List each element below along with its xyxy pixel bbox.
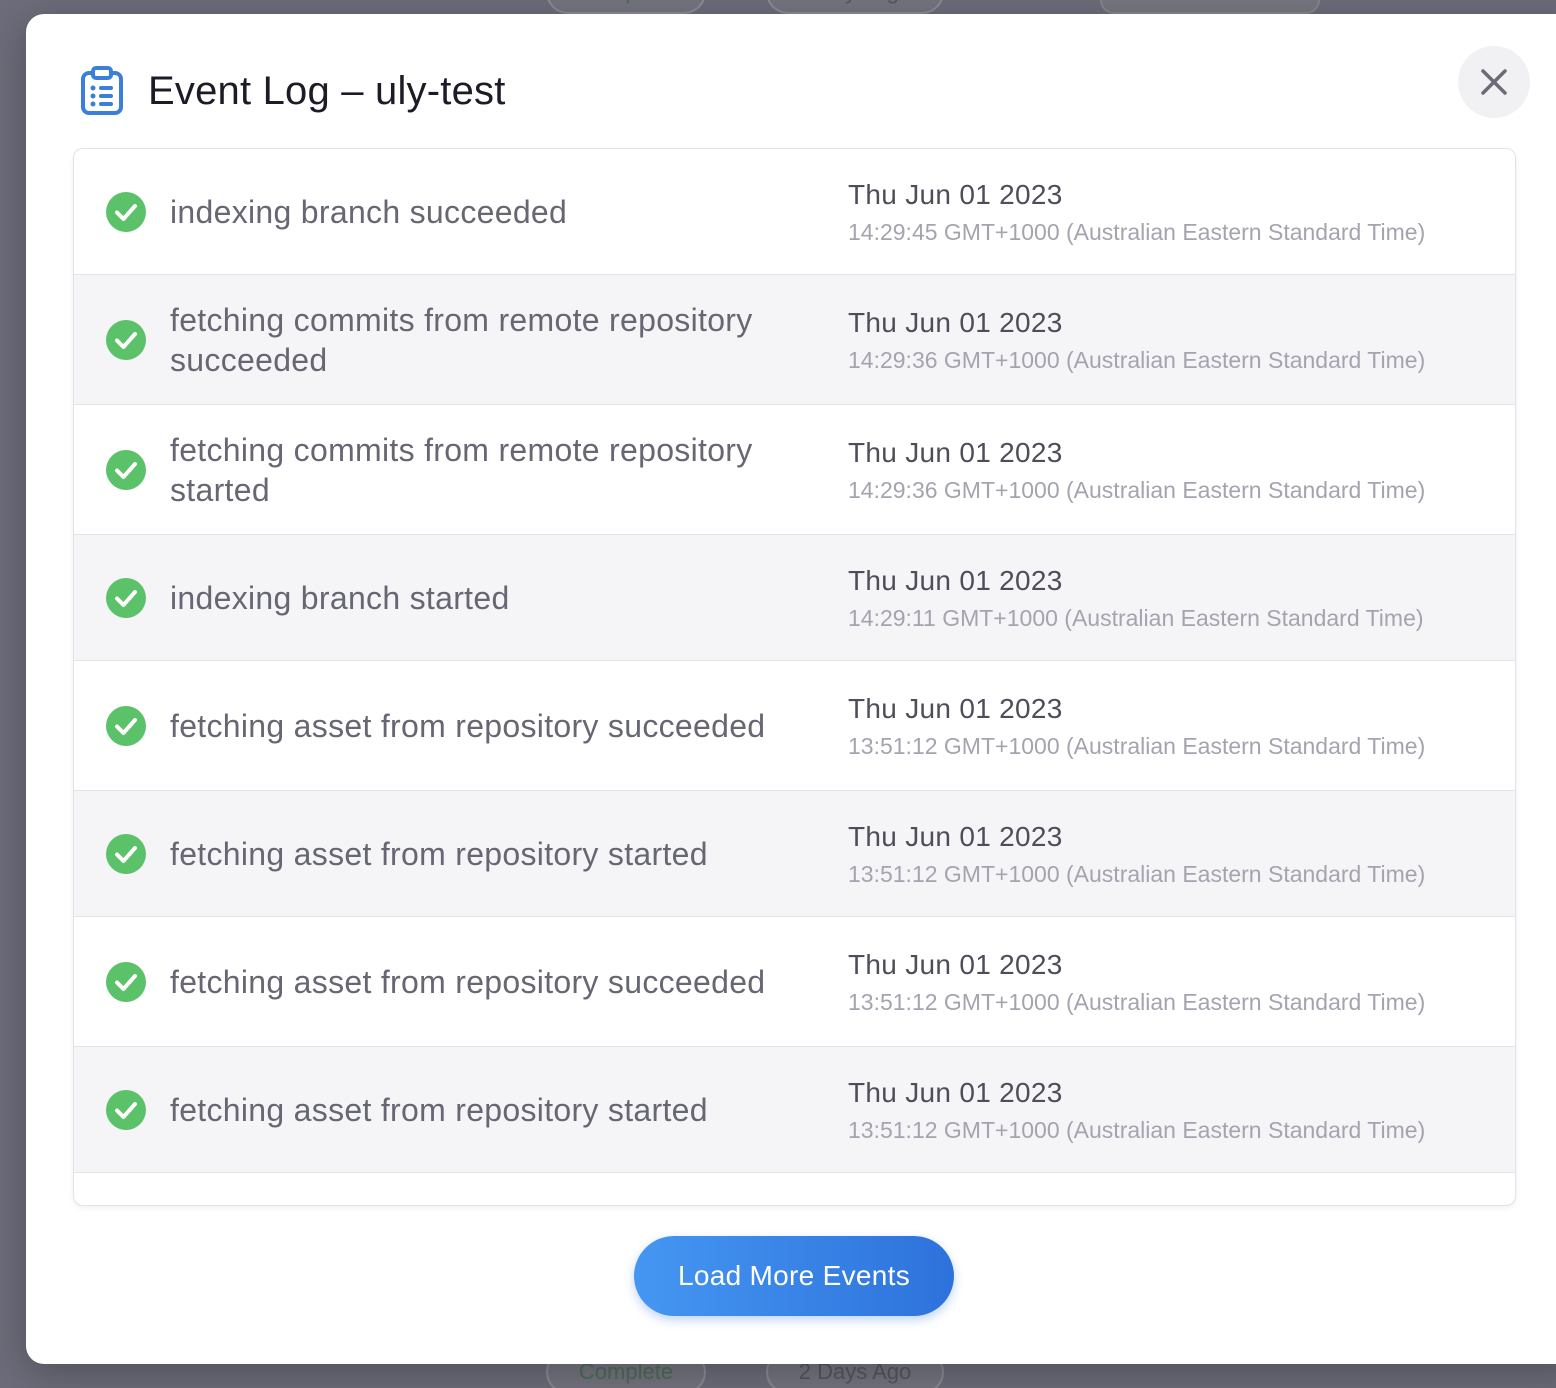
event-time: 14:29:45 GMT+1000 (Australian Eastern St… — [848, 218, 1426, 245]
event-row: indexing branch succeeded Thu Jun 01 2023… — [74, 149, 1515, 275]
event-time: 13:51:12 GMT+1000 (Australian Eastern St… — [848, 1116, 1426, 1143]
event-row: fetching asset from repository started Th… — [74, 1047, 1515, 1173]
success-check-icon — [106, 1089, 146, 1130]
event-row: indexing branch started Thu Jun 01 2023 14… — [74, 535, 1515, 661]
event-date: Thu Jun 01 2023 — [848, 306, 1063, 338]
event-time: 14:29:36 GMT+1000 (Australian Eastern St… — [848, 346, 1426, 373]
success-check-icon — [106, 833, 146, 874]
event-message: fetching commits from remote repository … — [170, 431, 753, 508]
background-age-pill: 2 Days Ago — [766, 0, 944, 14]
background-button — [1100, 0, 1320, 14]
event-timestamp: Thu Jun 01 2023 13:51:12 GMT+1000 (Austra… — [848, 1075, 1508, 1145]
close-icon — [1481, 69, 1507, 95]
success-check-icon — [106, 449, 146, 490]
event-message: indexing branch started — [170, 579, 510, 616]
background-status-pill: Complete — [546, 0, 706, 14]
event-date: Thu Jun 01 2023 — [848, 436, 1063, 468]
event-message: fetching asset from repository succeeded — [170, 963, 766, 1000]
event-date: Thu Jun 01 2023 — [848, 564, 1063, 596]
event-message: fetching commits from remote repository … — [170, 301, 753, 378]
event-message: fetching asset from repository started — [170, 1091, 708, 1128]
success-check-icon — [106, 577, 146, 618]
event-date: Thu Jun 01 2023 — [848, 692, 1063, 724]
event-row: fetching asset from repository started Th… — [74, 791, 1515, 917]
event-time: 14:29:11 GMT+1000 (Australian Eastern St… — [848, 604, 1424, 631]
event-date: Thu Jun 01 2023 — [848, 178, 1063, 210]
event-time: 13:51:12 GMT+1000 (Australian Eastern St… — [848, 988, 1426, 1015]
event-timestamp: Thu Jun 01 2023 14:29:36 GMT+1000 (Austra… — [848, 435, 1508, 505]
event-timestamp: Thu Jun 01 2023 14:29:11 GMT+1000 (Austra… — [848, 563, 1508, 633]
event-row: fetching commits from remote repository … — [74, 275, 1515, 405]
load-more-events-button[interactable]: Load More Events — [634, 1236, 954, 1316]
event-row: fetching asset from repository succeeded… — [74, 661, 1515, 791]
event-message: indexing branch succeeded — [170, 193, 568, 230]
event-timestamp: Thu Jun 01 2023 13:51:12 GMT+1000 (Austra… — [848, 819, 1508, 889]
event-date: Thu Jun 01 2023 — [848, 820, 1063, 852]
modal-header: Event Log – uly-test — [80, 66, 506, 116]
success-check-icon — [106, 961, 146, 1002]
event-time: 13:51:12 GMT+1000 (Australian Eastern St… — [848, 860, 1426, 887]
event-timestamp: Thu Jun 01 2023 14:29:45 GMT+1000 (Austra… — [848, 177, 1508, 247]
success-check-icon — [106, 191, 146, 232]
event-row: fetching asset from repository succeeded… — [74, 917, 1515, 1047]
modal-title: Event Log – uly-test — [148, 68, 506, 113]
event-log-modal: Event Log – uly-test indexing branch suc… — [26, 14, 1556, 1364]
event-date: Thu Jun 01 2023 — [848, 948, 1063, 980]
event-message: fetching asset from repository succeeded — [170, 707, 766, 744]
event-timestamp: Thu Jun 01 2023 13:51:12 GMT+1000 (Austra… — [848, 691, 1508, 761]
event-timestamp: Thu Jun 01 2023 14:29:36 GMT+1000 (Austra… — [848, 305, 1508, 375]
event-time: 13:51:12 GMT+1000 (Australian Eastern St… — [848, 732, 1426, 759]
event-time: 14:29:36 GMT+1000 (Australian Eastern St… — [848, 476, 1426, 503]
success-check-icon — [106, 705, 146, 746]
success-check-icon — [106, 319, 146, 360]
close-button[interactable] — [1458, 46, 1530, 118]
event-timestamp: Thu Jun 01 2023 13:51:12 GMT+1000 (Austra… — [848, 947, 1508, 1017]
event-row: fetching commits from remote repository … — [74, 405, 1515, 535]
clipboard-list-icon — [81, 66, 123, 115]
event-message: fetching asset from repository started — [170, 835, 708, 872]
event-date: Thu Jun 01 2023 — [848, 1076, 1063, 1108]
event-list[interactable]: indexing branch succeeded Thu Jun 01 2023… — [73, 148, 1516, 1206]
